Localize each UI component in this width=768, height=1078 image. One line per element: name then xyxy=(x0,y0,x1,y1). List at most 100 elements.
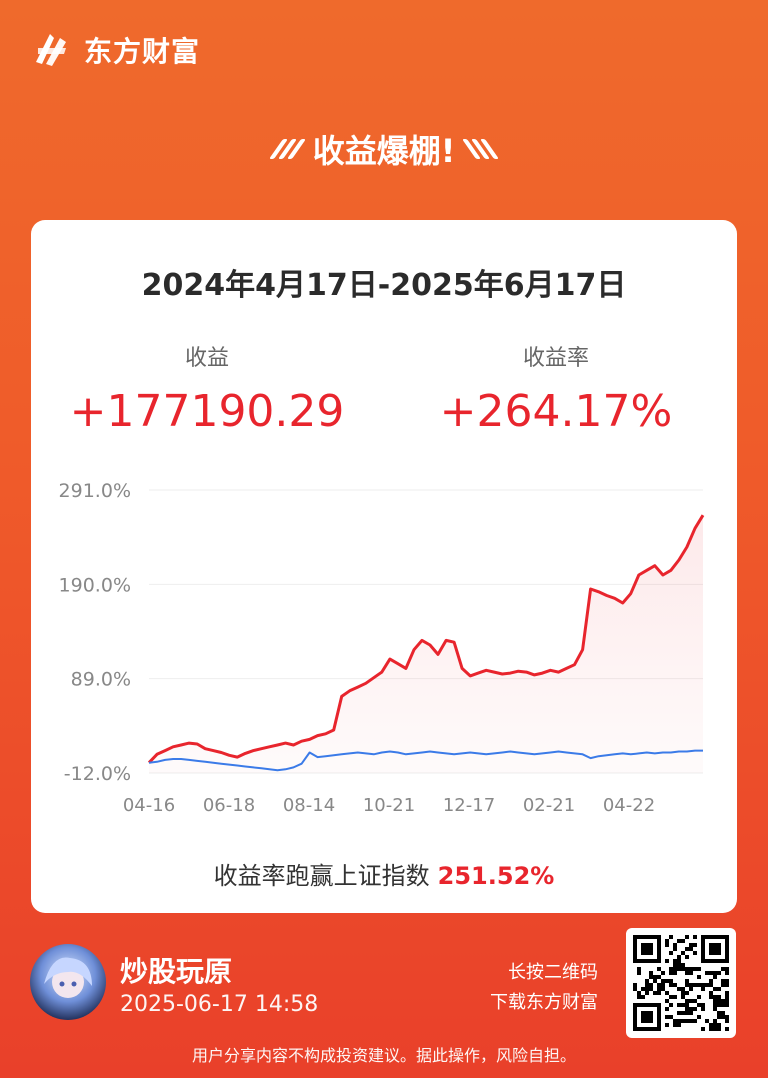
qr-module xyxy=(697,967,701,971)
qr-module xyxy=(649,987,653,991)
qr-module xyxy=(697,1015,701,1019)
qr-module xyxy=(725,999,729,1003)
qr-module xyxy=(709,983,713,987)
x-tick-label: 12-17 xyxy=(443,795,495,816)
qr-module xyxy=(725,1019,729,1023)
qr-module xyxy=(681,963,685,967)
qr-module xyxy=(713,1019,717,1023)
qr-module xyxy=(713,987,717,991)
qr-module xyxy=(709,971,713,975)
qr-module xyxy=(681,939,685,943)
qr-module xyxy=(689,999,693,1003)
index-comparison: 收益率跑赢上证指数 251.52% xyxy=(31,856,737,891)
qr-module xyxy=(693,1019,697,1023)
qr-module xyxy=(653,979,657,983)
qr-module xyxy=(637,995,641,999)
qr-module xyxy=(673,1019,677,1023)
qr-module xyxy=(709,991,713,995)
qr-module xyxy=(661,979,665,983)
qr-module xyxy=(701,987,705,991)
dongfang-logo-icon xyxy=(36,34,66,66)
qr-module xyxy=(681,967,685,971)
qr-module xyxy=(717,1027,721,1031)
y-tick-label: -12.0% xyxy=(64,763,131,785)
qr-module xyxy=(709,1027,713,1031)
qr-module xyxy=(701,1007,705,1011)
qr-module xyxy=(721,979,725,983)
rate-label: 收益率 xyxy=(522,346,589,371)
qr-module xyxy=(649,971,653,975)
qr-module xyxy=(721,983,725,987)
qr-module xyxy=(705,983,709,987)
brand-name: 东方财富 xyxy=(84,35,201,68)
qr-module xyxy=(701,1027,705,1031)
qr-module xyxy=(689,1007,693,1011)
qr-module xyxy=(693,967,697,971)
x-tick-label: 06-18 xyxy=(203,795,255,816)
qr-module xyxy=(673,967,677,971)
qr-module xyxy=(713,975,717,979)
qr-module xyxy=(685,1003,689,1007)
qr-module xyxy=(725,991,729,995)
qr-module xyxy=(697,983,701,987)
brand-header: 东方财富 xyxy=(30,28,200,72)
qr-module xyxy=(685,999,689,1003)
qr-module xyxy=(685,971,689,975)
qr-module xyxy=(725,1003,729,1007)
qr-module xyxy=(689,971,693,975)
qr-module xyxy=(677,959,681,963)
qr-module xyxy=(693,943,697,947)
qr-module xyxy=(677,955,681,959)
y-tick-label: 89.0% xyxy=(71,669,131,691)
qr-module xyxy=(669,971,673,975)
qr-module xyxy=(725,971,729,975)
qr-module xyxy=(717,1011,721,1015)
qr-module xyxy=(685,1007,689,1011)
qr-module xyxy=(685,967,689,971)
x-tick-label: 08-14 xyxy=(283,795,335,816)
qr-code[interactable] xyxy=(626,928,736,1038)
qr-module xyxy=(677,939,681,943)
user-avatar[interactable] xyxy=(30,944,106,1020)
qr-module xyxy=(673,959,677,963)
qr-module xyxy=(725,979,729,983)
qr-module xyxy=(693,1007,697,1011)
rate-metric: 收益率 +264.17% xyxy=(406,340,706,437)
qr-module xyxy=(661,987,665,991)
qr-module xyxy=(689,947,693,951)
qr-hint: 长按二维码 下载东方财富 xyxy=(490,958,598,1018)
qr-module xyxy=(721,967,725,971)
qr-module xyxy=(661,983,665,987)
qr-module xyxy=(717,999,721,1003)
qr-module xyxy=(645,979,649,983)
qr-module xyxy=(717,1023,721,1027)
qr-module xyxy=(693,935,697,939)
qr-module xyxy=(725,995,729,999)
qr-module xyxy=(637,991,641,995)
qr-module xyxy=(665,1023,669,1027)
qr-module xyxy=(669,967,673,971)
qr-module xyxy=(709,995,713,999)
qr-finder xyxy=(641,1011,653,1023)
qr-module xyxy=(713,995,717,999)
y-tick-label: 291.0% xyxy=(59,480,131,502)
qr-module xyxy=(693,951,697,955)
qr-module xyxy=(689,967,693,971)
qr-module xyxy=(717,1015,721,1019)
qr-module xyxy=(677,1023,681,1027)
qr-finder xyxy=(709,943,721,955)
qr-module xyxy=(669,1015,673,1019)
qr-module xyxy=(693,999,697,1003)
qr-module xyxy=(669,1003,673,1007)
qr-module xyxy=(673,963,677,967)
headline-text: 收益爆棚! xyxy=(312,132,456,170)
qr-module xyxy=(685,979,689,983)
return-chart: 291.0% 190.0% 89.0% -12.0% 04-16 06-18 08-14 10… xyxy=(59,480,705,816)
qr-module xyxy=(657,975,661,979)
qr-module xyxy=(689,1019,693,1023)
decor-slashes-left xyxy=(268,139,306,159)
qr-module xyxy=(685,947,689,951)
qr-module xyxy=(673,1023,677,1027)
qr-module xyxy=(653,991,657,995)
x-tick-label: 04-16 xyxy=(123,795,175,816)
